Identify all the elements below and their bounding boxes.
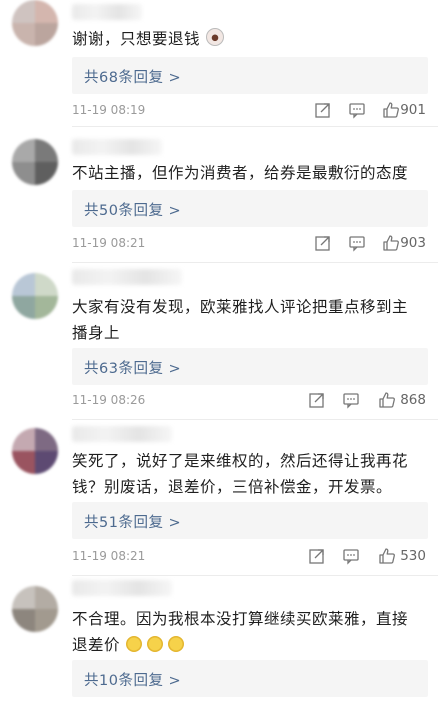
- comment-meta: 11-19 08:21 530: [72, 547, 428, 567]
- like-thumb-icon[interactable]: [382, 234, 400, 252]
- comment-meta: 11-19 08:26 868: [72, 391, 428, 411]
- slight-smile-icon: [168, 636, 185, 652]
- divider: [72, 262, 438, 263]
- replies-button[interactable]: 共68条回复 >: [72, 57, 428, 94]
- username-redacted[interactable]: [72, 426, 172, 442]
- replies-button[interactable]: 共10条回复 >: [72, 660, 428, 697]
- like-count: 868: [400, 392, 426, 408]
- comment-icon[interactable]: [342, 547, 360, 565]
- avatar[interactable]: [12, 139, 58, 185]
- like-count: 530: [400, 548, 426, 564]
- like-count: 901: [400, 102, 426, 118]
- comment-text: 大家有没有发现，欧莱雅找人评论把重点移到主播身上: [72, 298, 409, 342]
- timestamp: 11-19 08:26: [72, 393, 146, 407]
- avatar[interactable]: [12, 586, 58, 632]
- comment-icon[interactable]: [348, 101, 366, 119]
- like-thumb-icon[interactable]: [378, 547, 396, 565]
- replies-button[interactable]: 共63条回复 >: [72, 348, 428, 385]
- timestamp: 11-19 08:21: [72, 236, 146, 250]
- comment-text: 不合理。因为我根本没打算继续买欧莱雅，直接退差价: [72, 610, 409, 654]
- comment-text: 笑死了，说好了是来维权的，然后还得让我再花钱？别废话，退差价，三倍补偿金，开发票…: [72, 452, 409, 496]
- slight-smile-icon: [147, 636, 164, 652]
- share-icon[interactable]: [308, 547, 326, 565]
- username-redacted[interactable]: [72, 580, 172, 596]
- avatar[interactable]: [12, 0, 58, 46]
- comment-meta: 11-19 08:21 903: [72, 234, 428, 254]
- timestamp: 11-19 08:19: [72, 103, 146, 117]
- like-count: 903: [400, 235, 426, 251]
- share-icon[interactable]: [314, 101, 332, 119]
- username-redacted[interactable]: [72, 4, 142, 20]
- comment-icon[interactable]: [342, 391, 360, 409]
- comment-text: 谢谢，只想要退钱: [72, 26, 422, 52]
- timestamp: 11-19 08:21: [72, 549, 146, 563]
- comment-icon[interactable]: [348, 234, 366, 252]
- comment-meta: 11-19 08:19 901: [72, 101, 428, 121]
- divider: [72, 126, 438, 127]
- share-icon[interactable]: [314, 234, 332, 252]
- username-redacted[interactable]: [72, 139, 162, 155]
- avatar[interactable]: [12, 273, 58, 319]
- replies-button[interactable]: 共51条回复 >: [72, 502, 428, 539]
- replies-button[interactable]: 共50条回复 >: [72, 190, 428, 227]
- username-redacted[interactable]: [72, 269, 182, 285]
- like-thumb-icon[interactable]: [382, 101, 400, 119]
- share-icon[interactable]: [308, 391, 326, 409]
- like-thumb-icon[interactable]: [378, 391, 396, 409]
- divider: [72, 419, 438, 420]
- avatar[interactable]: [12, 428, 58, 474]
- divider: [72, 575, 438, 576]
- slight-smile-icon: [126, 636, 143, 652]
- surprised-face-icon: [206, 28, 225, 46]
- comment-text: 不站主播，但作为消费者，给券是最敷衍的态度: [72, 164, 409, 182]
